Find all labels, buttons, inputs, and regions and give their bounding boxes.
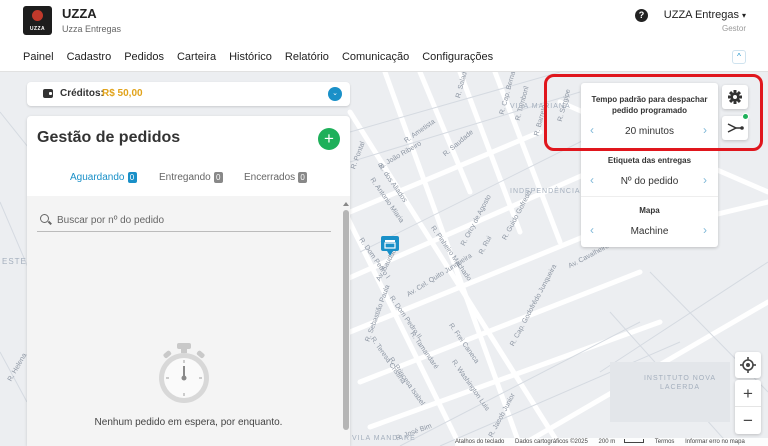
account-menu[interactable]: UZZA Entregas ▾: [664, 9, 746, 21]
map-attribution: Atalhos do teclado Dados cartográficos ©…: [455, 438, 768, 446]
nav-item-comunicacao[interactable]: Comunicação: [342, 51, 409, 63]
map-scale-bar: [624, 439, 645, 444]
setting-value: Nº do pedido: [620, 176, 679, 187]
nav-item-pedidos[interactable]: Pedidos: [124, 51, 164, 63]
tab-aguardando[interactable]: Aguardando 0: [70, 172, 137, 183]
logo-mark: [32, 10, 43, 21]
locate-button[interactable]: [735, 352, 761, 378]
tab-count: 0: [298, 172, 308, 183]
terms-link[interactable]: Termos: [655, 439, 675, 445]
zoom-control: + −: [735, 380, 761, 434]
area-label: INSTITUTO NOVA LACERDA: [643, 375, 717, 391]
setting-map-style: Mapa ‹ Machine ›: [581, 205, 718, 239]
search-input[interactable]: [57, 211, 327, 229]
search-icon: [40, 214, 49, 223]
nav-item-painel[interactable]: Painel: [23, 51, 54, 63]
tab-count: 0: [127, 172, 137, 183]
crosshair-icon: [740, 357, 756, 373]
chevron-down-icon[interactable]: ⌄: [328, 87, 342, 101]
order-search: [37, 208, 331, 232]
keyboard-shortcuts-link[interactable]: Atalhos do teclado: [455, 439, 504, 445]
map-scale-label[interactable]: 200 m: [599, 439, 616, 445]
brand-subtitle: Uzza Entregas: [62, 24, 122, 34]
setting-delivery-label: Etiqueta das entregas ‹ Nº do pedido ›: [581, 155, 718, 189]
setting-label: Etiqueta das entregas: [607, 156, 692, 165]
scroll-up-icon[interactable]: [343, 202, 349, 206]
panel-title: Gestão de pedidos: [37, 129, 181, 146]
help-icon[interactable]: ?: [635, 9, 648, 22]
add-order-button[interactable]: +: [318, 128, 340, 150]
tab-entregando[interactable]: Entregando 0: [159, 172, 223, 183]
empty-state-message: Nenhum pedido em espera, por enquanto.: [94, 417, 283, 428]
highlight-box: [544, 74, 763, 151]
chevron-left-icon[interactable]: ‹: [585, 221, 599, 239]
credits-bar: Créditos: R$ 50,00 ⌄: [27, 82, 350, 106]
chevron-left-icon[interactable]: ‹: [585, 171, 599, 189]
caret-down-icon: ▾: [741, 11, 746, 20]
logo-text: UZZA: [29, 26, 46, 32]
setting-label: Mapa: [639, 206, 660, 215]
tab-label: Entregando: [159, 172, 211, 183]
zoom-out-button[interactable]: −: [735, 407, 761, 434]
orders-panel: Gestão de pedidos + Aguardando 0 Entregan…: [27, 116, 350, 446]
orders-tabs: Aguardando 0 Entregando 0 Encerrados 0: [27, 168, 350, 194]
nav-item-cadastro[interactable]: Cadastro: [67, 51, 112, 63]
setting-value: Machine: [630, 226, 669, 237]
chevron-right-icon[interactable]: ›: [698, 221, 712, 239]
tab-label: Encerrados: [244, 172, 296, 183]
tab-count: 0: [213, 172, 223, 183]
credits-label: Créditos:: [60, 88, 104, 99]
report-error-link[interactable]: Informar erro no mapa: [685, 439, 745, 445]
nav-item-carteira[interactable]: Carteira: [177, 51, 216, 63]
area-label: VILA MANDARE: [352, 435, 416, 442]
wallet-icon: [43, 89, 53, 98]
zoom-in-button[interactable]: +: [735, 380, 761, 407]
tab-encerrados[interactable]: Encerrados 0: [244, 172, 308, 183]
collapse-nav-button[interactable]: ^: [732, 50, 746, 64]
scrollbar-thumb[interactable]: [343, 210, 349, 430]
setting-selector: ‹ Nº do pedido ›: [581, 171, 718, 189]
orders-list-area: Nenhum pedido em espera, por enquanto.: [27, 196, 350, 446]
setting-selector: ‹ Machine ›: [581, 221, 718, 239]
divider: [581, 196, 718, 197]
nav-item-relatorio[interactable]: Relatório: [285, 51, 329, 63]
chevron-right-icon[interactable]: ›: [698, 171, 712, 189]
account-name: UZZA Entregas: [663, 9, 739, 21]
top-header: UZZA UZZA Uzza Entregas ? UZZA Entregas ▾…: [0, 0, 768, 42]
account-role: Gestor: [721, 24, 746, 33]
credits-value: R$ 50,00: [102, 88, 143, 99]
brand-title: UZZA: [62, 6, 97, 21]
nav-item-historico[interactable]: Histórico: [229, 51, 272, 63]
nav-item-configuracoes[interactable]: Configurações: [422, 51, 493, 63]
main-nav: Painel Cadastro Pedidos Carteira Históri…: [0, 42, 768, 72]
store-marker-icon[interactable]: [380, 235, 400, 257]
area-label: ESTE: [2, 257, 27, 266]
app-logo[interactable]: UZZA: [23, 6, 52, 35]
stopwatch-icon: [159, 343, 209, 403]
map-data-credit: Dados cartográficos ©2025: [515, 439, 588, 445]
tab-label: Aguardando: [70, 172, 125, 183]
area-label: INDEPENDÊNCIA: [510, 188, 581, 195]
scrollbar[interactable]: [342, 202, 350, 446]
